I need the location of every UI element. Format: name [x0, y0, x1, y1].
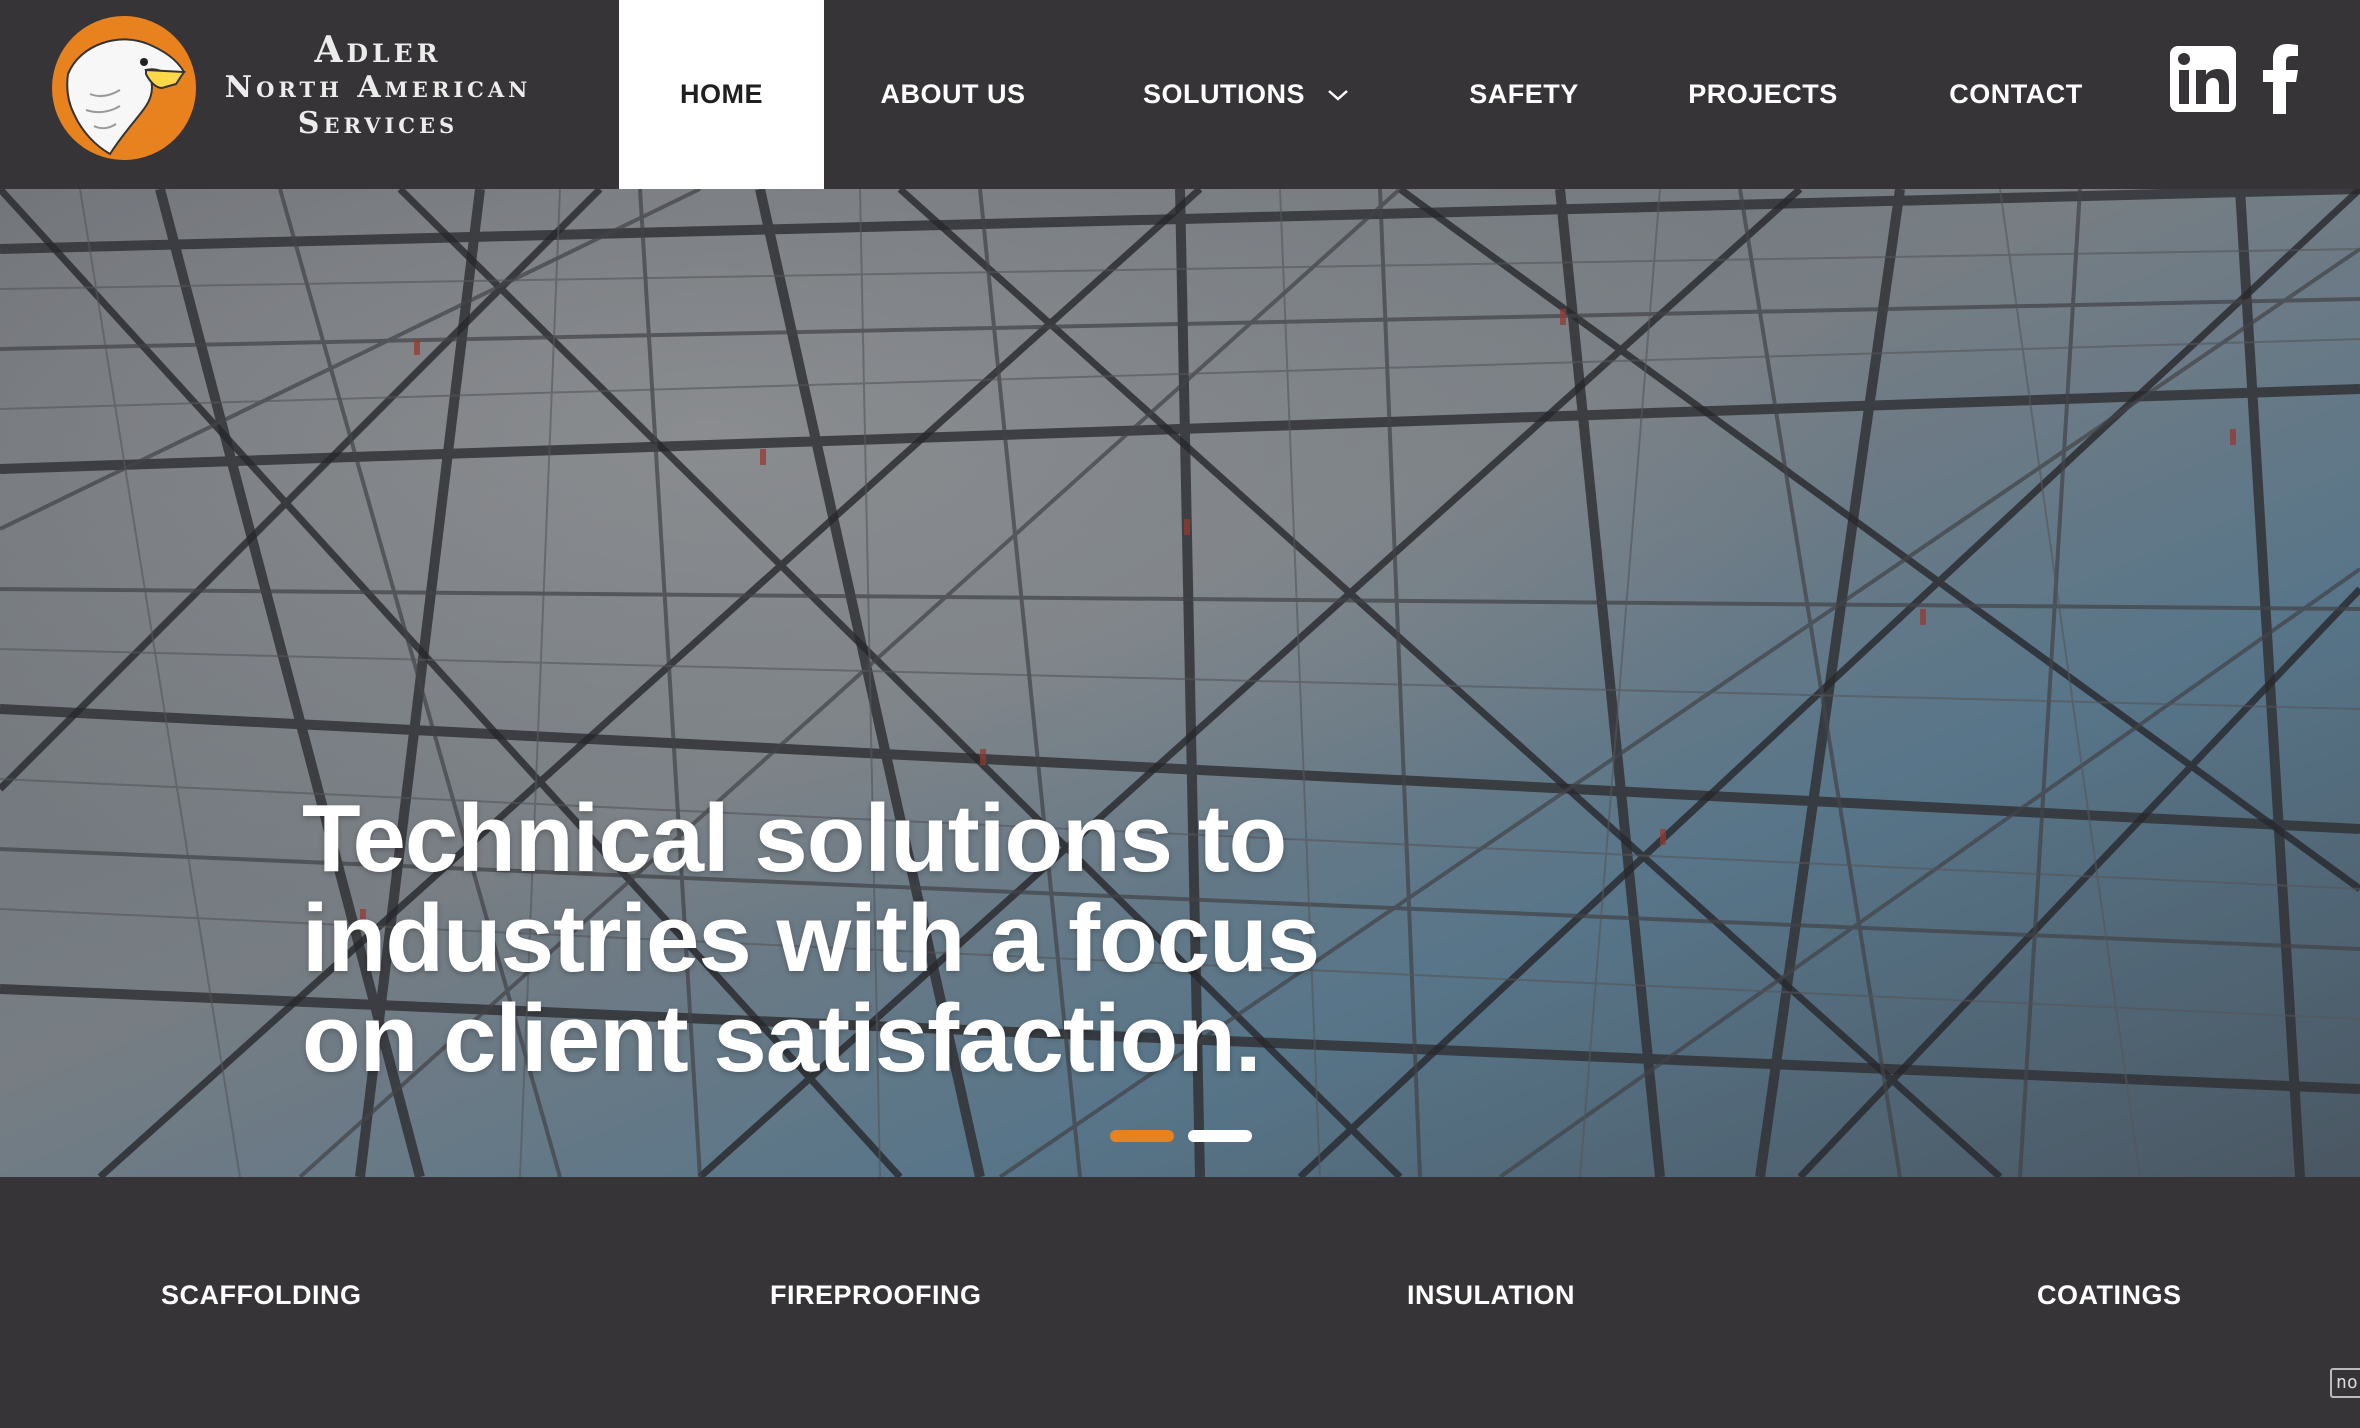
- nav-safety-label: SAFETY: [1469, 79, 1579, 109]
- brand-line-2: North American: [224, 70, 532, 105]
- slide-dot-2[interactable]: [1188, 1130, 1252, 1142]
- service-fireproofing[interactable]: FIREPROOFING: [770, 1280, 982, 1311]
- logo-wordmark: Adler North American Services: [218, 30, 538, 142]
- nav-home-label: HOME: [680, 79, 763, 109]
- hero-banner: Technical solutions to industries with a…: [0, 189, 2360, 1177]
- nav-safety[interactable]: SAFETY: [1456, 0, 1592, 189]
- nav-projects-label: PROJECTS: [1688, 79, 1838, 109]
- nav-solutions-label: SOLUTIONS: [1142, 79, 1305, 109]
- nav-contact[interactable]: CONTACT: [1936, 0, 2096, 189]
- services-bar: SCAFFOLDING FIREPROOFING INSULATION COAT…: [0, 1177, 2360, 1428]
- site-header: Adler North American Services HOME ABOUT…: [0, 0, 2360, 189]
- eagle-logo-icon: [52, 16, 196, 160]
- slider-pagination: [1110, 1130, 1252, 1142]
- brand-line-3: Services: [297, 106, 459, 141]
- slide-dot-1[interactable]: [1110, 1130, 1174, 1142]
- service-insulation[interactable]: INSULATION: [1407, 1280, 1575, 1311]
- facebook-icon[interactable]: [2260, 44, 2300, 114]
- service-coatings[interactable]: COATINGS: [2037, 1280, 2182, 1311]
- brand-line-1: Adler: [314, 29, 442, 71]
- nav-projects[interactable]: PROJECTS: [1680, 0, 1846, 189]
- hero-headline: Technical solutions to industries with a…: [302, 789, 1422, 1089]
- nav-contact-label: CONTACT: [1949, 79, 2083, 109]
- headline-line-3: on client satisfaction.: [302, 985, 1262, 1092]
- nav-home[interactable]: HOME: [619, 0, 824, 189]
- nav-about-us-label: ABOUT US: [880, 79, 1026, 109]
- nav-about-us[interactable]: ABOUT US: [860, 0, 1046, 189]
- nav-solutions[interactable]: SOLUTIONS: [1126, 0, 1366, 189]
- chevron-down-icon: [1328, 89, 1348, 101]
- headline-line-1: Technical solutions to: [302, 785, 1287, 892]
- logo[interactable]: Adler North American Services: [48, 12, 538, 164]
- service-scaffolding[interactable]: SCAFFOLDING: [161, 1280, 362, 1311]
- headline-line-2: industries with a focus: [302, 885, 1320, 992]
- corner-badge[interactable]: no: [2330, 1368, 2360, 1398]
- linkedin-icon[interactable]: [2168, 44, 2238, 114]
